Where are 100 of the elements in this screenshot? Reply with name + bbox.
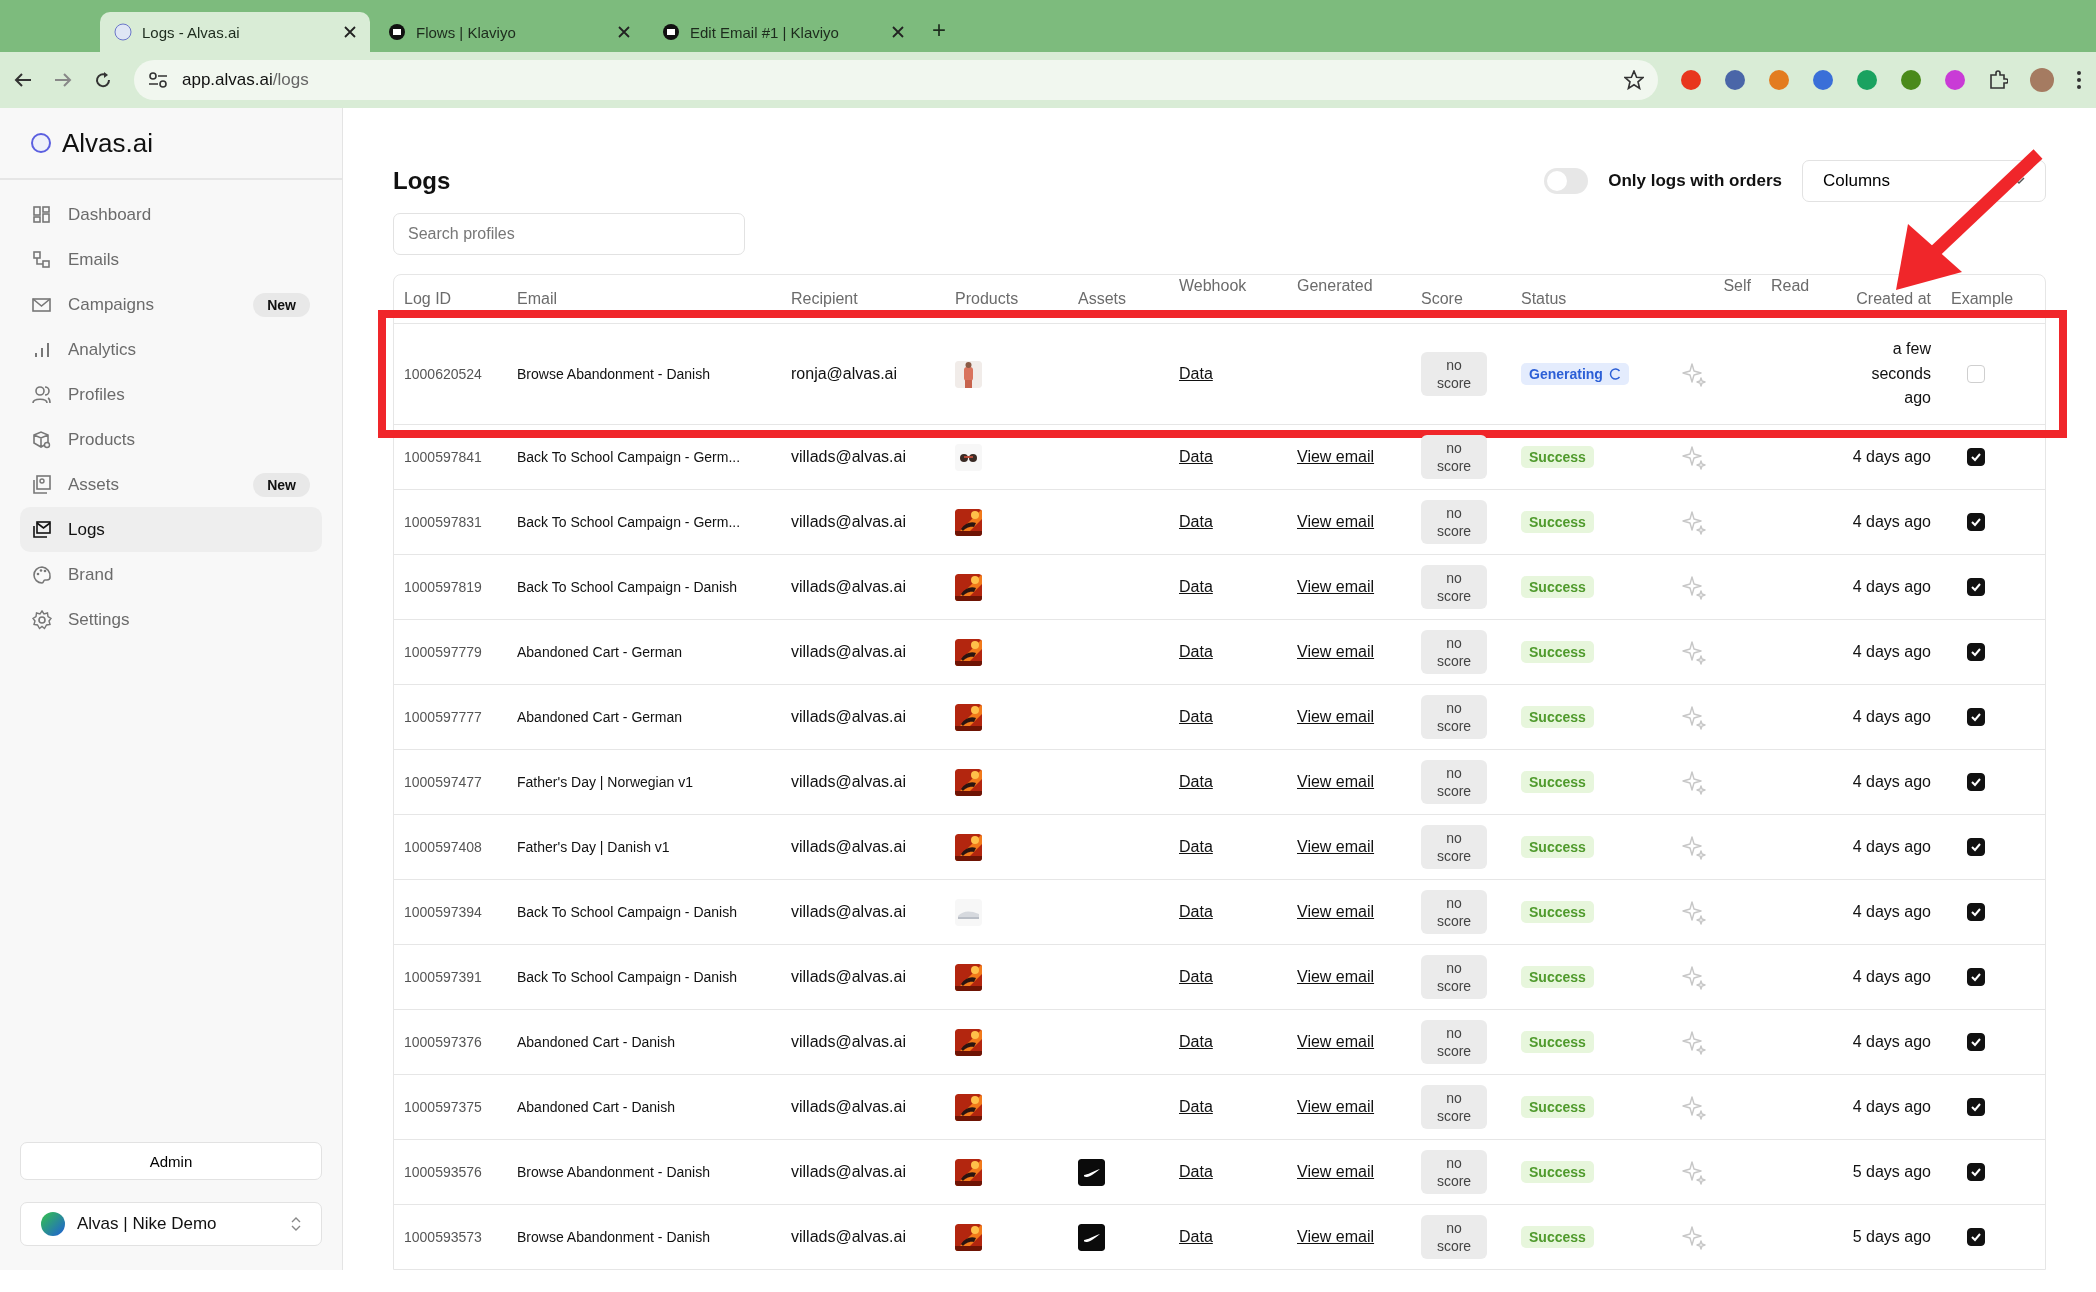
data-link[interactable]: Data	[1179, 708, 1213, 725]
sidebar-item[interactable]: Products	[20, 417, 322, 462]
data-link[interactable]: Data	[1179, 1228, 1213, 1245]
score-label: no score	[1421, 564, 1487, 610]
status-label: Success	[1521, 771, 1594, 793]
recipient-email: villads@alvas.ai	[790, 1033, 907, 1051]
created-time: 4 days ago	[1851, 1033, 1932, 1051]
view-email-link[interactable]: View email	[1297, 968, 1375, 985]
score-label: no score	[1421, 1019, 1487, 1065]
column-header: Status	[1520, 289, 1568, 309]
created-time: 4 days ago	[1851, 903, 1932, 921]
browser-tab[interactable]: Logs - Alvas.ai	[100, 12, 370, 52]
email-name: Back To School Campaign - Germ...	[516, 514, 742, 530]
data-link[interactable]: Data	[1179, 1163, 1213, 1180]
view-email-link[interactable]: View email	[1297, 1098, 1375, 1115]
recipient-email: villads@alvas.ai	[790, 708, 907, 726]
created-time: 4 days ago	[1851, 773, 1932, 791]
created-time: 4 days ago	[1851, 1098, 1932, 1116]
view-email-link[interactable]: View email	[1297, 643, 1375, 660]
score-label: no score	[1421, 499, 1487, 545]
sidebar-item[interactable]: Analytics	[20, 327, 322, 372]
email-name: Back To School Campaign - Danish	[516, 969, 738, 985]
view-email-link[interactable]: View email	[1297, 513, 1375, 530]
browser-tab[interactable]: Edit Email #1 | Klaviyo	[648, 12, 918, 52]
address-bar[interactable]: app.alvas.ai/logs	[134, 60, 1658, 100]
data-link[interactable]: Data	[1179, 838, 1213, 855]
recipient-email: villads@alvas.ai	[790, 643, 907, 661]
new-label: New	[253, 472, 310, 497]
column-header: Read	[1770, 276, 1811, 296]
log-id: 1000597391	[403, 969, 483, 985]
recipient-email: ronja@alvas.ai	[790, 365, 899, 383]
score-label: no score	[1421, 1214, 1487, 1260]
status-label: Success	[1521, 511, 1594, 533]
workspace-selector[interactable]: Alvas | Nike Demo	[20, 1202, 322, 1246]
view-email-link[interactable]: View email	[1297, 1228, 1375, 1245]
log-id: 1000597408	[403, 839, 483, 855]
view-email-link[interactable]: View email	[1297, 578, 1375, 595]
column-header: Webhook	[1178, 276, 1248, 296]
log-id: 1000597376	[403, 1034, 483, 1050]
log-id: 1000597819	[403, 579, 483, 595]
created-time: 4 days ago	[1851, 708, 1932, 726]
data-link[interactable]: Data	[1179, 578, 1213, 595]
data-link[interactable]: Data	[1179, 1098, 1213, 1115]
recipient-email: villads@alvas.ai	[790, 903, 907, 921]
score-label: no score	[1421, 954, 1487, 1000]
view-email-link[interactable]: View email	[1297, 1033, 1375, 1050]
status-label: Success	[1521, 1226, 1594, 1248]
status-label: Success	[1521, 446, 1594, 468]
view-email-link[interactable]: View email	[1297, 708, 1375, 725]
log-id: 1000597777	[403, 709, 483, 725]
recipient-email: villads@alvas.ai	[790, 448, 907, 466]
data-link[interactable]: Data	[1179, 968, 1213, 985]
data-link[interactable]: Data	[1179, 773, 1213, 790]
log-id: 1000597394	[403, 904, 483, 920]
email-name: Back To School Campaign - Germ...	[516, 449, 742, 465]
columns-dropdown[interactable]: Columns	[1802, 160, 2046, 202]
email-name: Abandoned Cart - German	[516, 709, 683, 725]
status-label: Success	[1521, 1161, 1594, 1183]
page-title: Logs	[393, 167, 452, 195]
sidebar-item[interactable]: Dashboard	[20, 192, 322, 237]
status-label: Success	[1521, 1031, 1594, 1053]
data-link[interactable]: Data	[1179, 643, 1213, 660]
sidebar-item[interactable]: Profiles	[20, 372, 322, 417]
status-label: Success	[1521, 641, 1594, 663]
score-label: no score	[1421, 1084, 1487, 1130]
sidebar-item[interactable]: Logs	[20, 507, 322, 552]
new-tab-button[interactable]: +	[922, 16, 956, 52]
status-label: Success	[1521, 576, 1594, 598]
log-id: 1000620524	[403, 366, 483, 382]
sidebar-item[interactable]: Assets New	[20, 462, 322, 507]
column-header: Log ID	[403, 289, 453, 309]
admin-button[interactable]: Admin	[20, 1142, 322, 1180]
sidebar-item[interactable]: Emails	[20, 237, 322, 282]
email-name: Back To School Campaign - Danish	[516, 579, 738, 595]
data-link[interactable]: Data	[1179, 1033, 1213, 1050]
column-header: Score	[1420, 289, 1464, 309]
score-label: no score	[1421, 434, 1487, 480]
recipient-email: villads@alvas.ai	[790, 513, 907, 531]
column-header: Generated	[1296, 276, 1374, 296]
view-email-link[interactable]: View email	[1297, 773, 1375, 790]
view-email-link[interactable]: View email	[1297, 903, 1375, 920]
data-link[interactable]: Data	[1179, 448, 1213, 465]
column-header: Products	[954, 289, 1020, 309]
recipient-email: villads@alvas.ai	[790, 968, 907, 986]
data-link[interactable]: Data	[1179, 513, 1213, 530]
logo-text: Alvas.ai	[62, 127, 154, 159]
column-header: Recipient	[790, 289, 859, 309]
data-link[interactable]: Data	[1179, 903, 1213, 920]
browser-tab[interactable]: Flows | Klaviyo	[374, 12, 644, 52]
view-email-link[interactable]: View email	[1297, 1163, 1375, 1180]
view-email-link[interactable]: View email	[1297, 448, 1375, 465]
data-link[interactable]: Data	[1179, 365, 1213, 382]
view-email-link[interactable]: View email	[1297, 838, 1375, 855]
search-field[interactable]: Search profiles	[393, 213, 745, 255]
sidebar-item[interactable]: Brand	[20, 552, 322, 597]
column-header: Assets	[1077, 289, 1127, 309]
log-id: 1000597375	[403, 1099, 483, 1115]
sidebar-item[interactable]: Settings	[20, 597, 322, 642]
status-label: Success	[1521, 966, 1594, 988]
sidebar-item[interactable]: Campaigns New	[20, 282, 322, 327]
